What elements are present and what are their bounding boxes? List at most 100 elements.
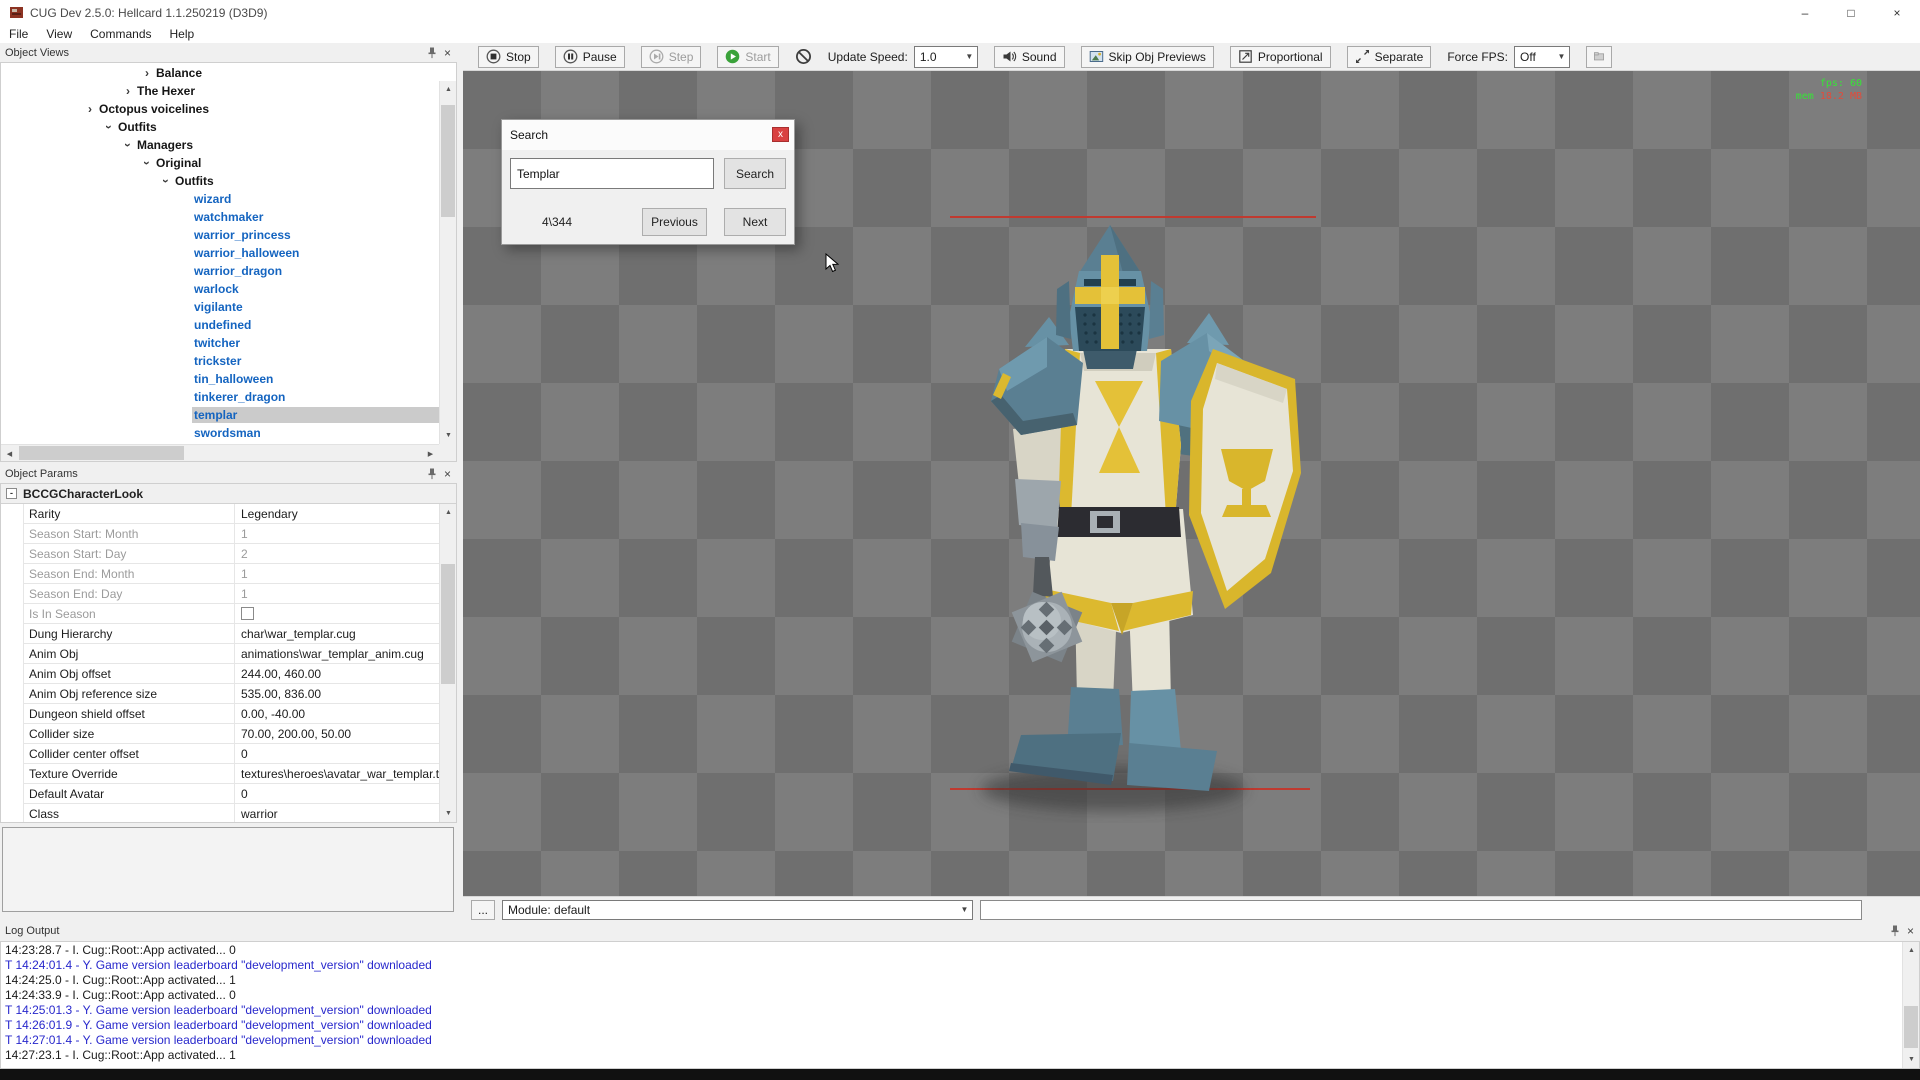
panel-close-icon[interactable]: × xyxy=(444,468,451,480)
tree-item-warlock[interactable]: warlock xyxy=(1,280,439,298)
step-button[interactable]: Step xyxy=(641,46,702,68)
params-group-header[interactable]: - BCCGCharacterLook xyxy=(1,484,456,504)
tree-item-warrior_dragon[interactable]: warrior_dragon xyxy=(1,262,439,280)
param-value[interactable]: 2 xyxy=(235,544,439,563)
tree-item-Outfits[interactable]: ›Outfits xyxy=(1,172,439,190)
tree-item-Managers[interactable]: ›Managers xyxy=(1,136,439,154)
param-value[interactable]: 1 xyxy=(235,584,439,603)
tree-item-wizard[interactable]: wizard xyxy=(1,190,439,208)
menu-view[interactable]: View xyxy=(37,25,81,43)
tree-item-Balance[interactable]: ›Balance xyxy=(1,64,439,82)
scroll-down-icon[interactable]: ▼ xyxy=(440,805,457,822)
param-value[interactable]: 70.00, 200.00, 50.00 xyxy=(235,724,439,743)
scene-viewport[interactable]: fps: 60 mem 18.2 MB xyxy=(463,71,1920,896)
tree-item-The Hexer[interactable]: ›The Hexer xyxy=(1,82,439,100)
param-value[interactable]: animations\war_templar_anim.cug xyxy=(235,644,439,663)
scroll-thumb[interactable] xyxy=(1904,1006,1918,1048)
scroll-thumb[interactable] xyxy=(441,105,455,217)
param-value[interactable]: 0.00, -40.00 xyxy=(235,704,439,723)
menu-help[interactable]: Help xyxy=(161,25,204,43)
search-dialog-titlebar[interactable]: Search x xyxy=(502,120,794,150)
tree-item-undefined[interactable]: undefined xyxy=(1,316,439,334)
tree-item-swordsman[interactable]: swordsman xyxy=(1,424,439,442)
separate-button[interactable]: Separate xyxy=(1347,46,1432,68)
param-value[interactable]: warrior xyxy=(235,804,439,822)
scroll-up-icon[interactable]: ▲ xyxy=(440,81,457,98)
chevron-right-icon[interactable]: › xyxy=(83,102,97,116)
param-value[interactable]: char\war_templar.cug xyxy=(235,624,439,643)
tree-item-vigilante[interactable]: vigilante xyxy=(1,298,439,316)
pin-icon[interactable] xyxy=(1890,925,1900,937)
skip-obj-previews-button[interactable]: Skip Obj Previews xyxy=(1081,46,1214,68)
tree-item-Outfits[interactable]: ›Outfits xyxy=(1,118,439,136)
log-vertical-scrollbar[interactable]: ▲ ▼ xyxy=(1902,942,1919,1068)
update-speed-select[interactable]: 1.0 ▼ xyxy=(914,46,978,68)
chevron-down-icon[interactable]: › xyxy=(121,138,135,152)
tree-vertical-scrollbar[interactable]: ▲ ▼ xyxy=(439,81,456,444)
panel-close-icon[interactable]: × xyxy=(1907,925,1914,937)
next-button[interactable]: Next xyxy=(724,208,786,236)
tree-item-twitcher[interactable]: twitcher xyxy=(1,334,439,352)
param-value[interactable]: Legendary xyxy=(235,504,439,523)
pause-button[interactable]: Pause xyxy=(555,46,625,68)
tree-item-Octopus voicelines[interactable]: ›Octopus voicelines xyxy=(1,100,439,118)
close-button[interactable]: × xyxy=(1874,0,1920,25)
block-icon[interactable] xyxy=(795,48,812,65)
minimize-button[interactable]: – xyxy=(1782,0,1828,25)
scroll-up-icon[interactable]: ▲ xyxy=(1903,942,1920,959)
tree-item-tin_halloween[interactable]: tin_halloween xyxy=(1,370,439,388)
search-button[interactable]: Search xyxy=(724,158,786,189)
force-fps-select[interactable]: Off ▼ xyxy=(1514,46,1570,68)
start-button[interactable]: Start xyxy=(717,46,778,68)
scroll-right-icon[interactable]: ▶ xyxy=(422,445,439,462)
param-value[interactable]: 535.00, 836.00 xyxy=(235,684,439,703)
search-input[interactable] xyxy=(510,158,714,189)
param-value[interactable] xyxy=(235,604,439,623)
chevron-right-icon[interactable]: › xyxy=(121,84,135,98)
pin-icon[interactable] xyxy=(427,47,437,59)
chevron-right-icon[interactable]: › xyxy=(140,66,154,80)
tree-item-templar[interactable]: templar xyxy=(1,406,439,424)
params-vertical-scrollbar[interactable]: ▲ ▼ xyxy=(439,504,456,822)
tree-item-tinkerer_dragon[interactable]: tinkerer_dragon xyxy=(1,388,439,406)
stop-button[interactable]: Stop xyxy=(478,46,539,68)
more-button[interactable]: ... xyxy=(471,900,495,920)
maximize-button[interactable]: □ xyxy=(1828,0,1874,25)
param-value[interactable]: 1 xyxy=(235,564,439,583)
previous-button[interactable]: Previous xyxy=(642,208,707,236)
proportional-button[interactable]: Proportional xyxy=(1230,46,1331,68)
param-value[interactable]: 0 xyxy=(235,744,439,763)
chevron-down-icon[interactable]: › xyxy=(159,174,173,188)
extra-toolbar-button[interactable] xyxy=(1586,46,1612,68)
scroll-down-icon[interactable]: ▼ xyxy=(440,427,457,444)
scroll-down-icon[interactable]: ▼ xyxy=(1903,1051,1920,1068)
scroll-thumb[interactable] xyxy=(19,446,184,460)
tree-item-warrior_princess[interactable]: warrior_princess xyxy=(1,226,439,244)
sound-button[interactable]: Sound xyxy=(994,46,1065,68)
param-value[interactable]: 0 xyxy=(235,784,439,803)
tree-item-Original[interactable]: ›Original xyxy=(1,154,439,172)
collapse-icon[interactable]: - xyxy=(6,488,17,499)
tree-item-watchmaker[interactable]: watchmaker xyxy=(1,208,439,226)
module-command-input[interactable] xyxy=(980,900,1862,920)
menu-commands[interactable]: Commands xyxy=(81,25,160,43)
checkbox[interactable] xyxy=(241,607,254,620)
menu-file[interactable]: File xyxy=(0,25,37,43)
param-value[interactable]: 244.00, 460.00 xyxy=(235,664,439,683)
param-value[interactable]: 1 xyxy=(235,524,439,543)
chevron-down-icon: ▼ xyxy=(1554,52,1569,61)
chevron-down-icon[interactable]: › xyxy=(140,156,154,170)
tree-item-trickster[interactable]: trickster xyxy=(1,352,439,370)
chevron-down-icon[interactable]: › xyxy=(102,120,116,134)
scroll-left-icon[interactable]: ◀ xyxy=(1,445,18,462)
tree-horizontal-scrollbar[interactable]: ◀ ▶ xyxy=(1,444,439,461)
scroll-thumb[interactable] xyxy=(441,564,455,684)
module-select[interactable]: Module: default ▼ xyxy=(502,900,973,920)
panel-close-icon[interactable]: × xyxy=(444,47,451,59)
dialog-close-button[interactable]: x xyxy=(772,127,789,142)
param-value[interactable]: textures\heroes\avatar_war_templar.te xyxy=(235,764,439,783)
scroll-up-icon[interactable]: ▲ xyxy=(440,504,457,521)
tree-item-warrior_halloween[interactable]: warrior_halloween xyxy=(1,244,439,262)
param-label: Texture Override xyxy=(24,764,235,783)
pin-icon[interactable] xyxy=(427,468,437,480)
